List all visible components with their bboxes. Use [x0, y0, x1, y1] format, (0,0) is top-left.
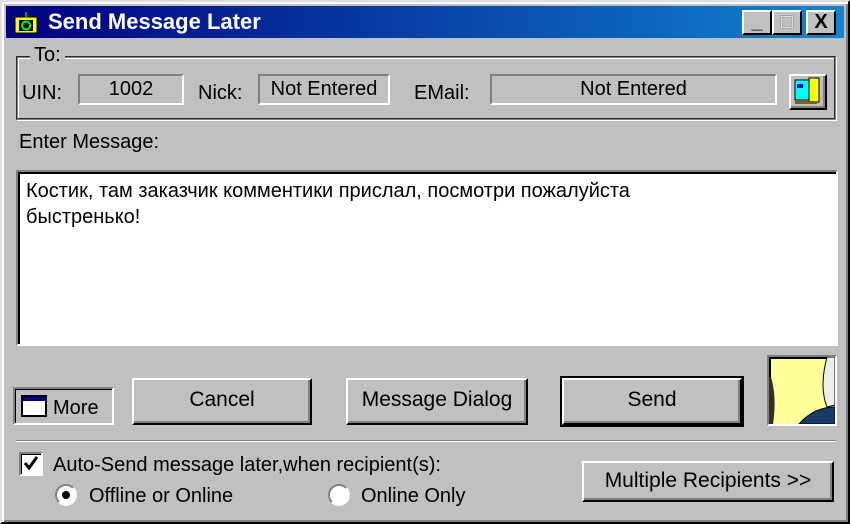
avatar-image: [769, 357, 835, 424]
address-book-icon: [794, 77, 820, 104]
address-book-button[interactable]: [789, 74, 827, 110]
app-icon: [14, 12, 38, 34]
to-group-label: To:: [30, 44, 65, 67]
radio-offline-or-online-label: Offline or Online: [89, 485, 234, 507]
nick-field[interactable]: Not Entered: [258, 74, 390, 105]
minimize-button[interactable]: _: [742, 10, 772, 35]
maximize-button[interactable]: □: [772, 10, 802, 35]
close-button[interactable]: X: [806, 10, 836, 35]
separator: [16, 440, 836, 442]
radio-online-only-label: Online Only: [361, 485, 466, 507]
multiple-recipients-button[interactable]: Multiple Recipients >>: [582, 461, 834, 502]
email-label: EMail:: [414, 82, 470, 104]
message-input[interactable]: [16, 170, 838, 346]
nick-label: Nick:: [198, 82, 243, 104]
more-button[interactable]: More: [13, 387, 114, 425]
checkmark-icon: [23, 456, 39, 471]
radio-online-only[interactable]: [328, 484, 350, 506]
auto-send-checkbox[interactable]: [19, 452, 43, 476]
window-icon: [21, 395, 47, 417]
send-button[interactable]: Send: [560, 376, 744, 427]
cancel-button[interactable]: Cancel: [132, 378, 312, 425]
email-field[interactable]: Not Entered: [490, 74, 777, 105]
window-title: Send Message Later: [48, 9, 261, 34]
auto-send-label: Auto-Send message later,when recipient(s…: [53, 454, 441, 476]
message-dialog-button[interactable]: Message Dialog: [346, 378, 528, 425]
uin-label: UIN:: [22, 82, 62, 104]
radio-offline-or-online[interactable]: [55, 484, 77, 506]
uin-field[interactable]: 1002: [78, 74, 184, 105]
more-label: More: [53, 397, 99, 419]
avatar: [767, 355, 837, 426]
message-label: Enter Message:: [19, 131, 160, 153]
title-bar[interactable]: Send Message Later _ □ X: [6, 6, 844, 38]
